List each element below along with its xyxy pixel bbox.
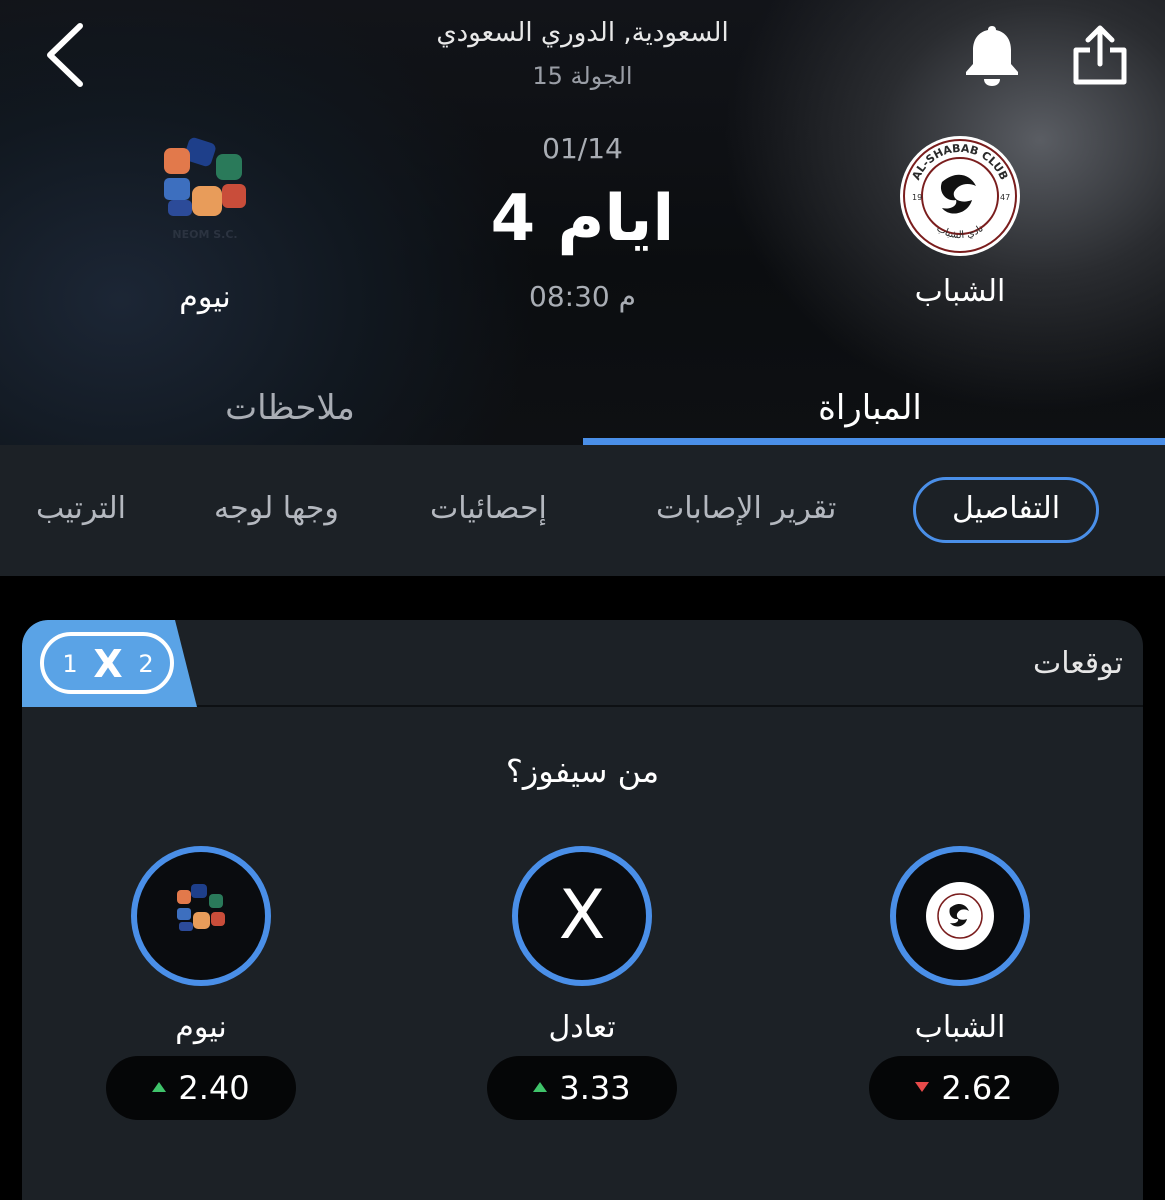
pick-away-win[interactable]: نيوم (106, 846, 296, 1056)
kickoff-time: 08:30 م (529, 280, 636, 313)
home-win-odds[interactable]: 2.62 (869, 1056, 1059, 1120)
subtab-details[interactable]: التفاصيل (913, 477, 1099, 543)
predictions-card-header: 1 X 2 توقعات (22, 620, 1143, 707)
sub-tabs-bar: التفاصيل تقرير الإصابات إحصائيات وجها لو… (0, 445, 1165, 576)
predictions-card: 1 X 2 توقعات من سيفوز؟ الشباب 2.62 X تعا… (22, 620, 1143, 1200)
bell-icon (966, 26, 1018, 86)
predictions-title: توقعات (1032, 646, 1123, 681)
match-date: 01/14 (542, 132, 623, 165)
home-team-logo[interactable]: AL-SHABAB CLUB نادي الشباب 19 47 (898, 134, 1022, 258)
share-button[interactable] (1068, 22, 1132, 88)
share-icon (1073, 25, 1127, 85)
svg-text:47: 47 (1000, 193, 1010, 202)
subtab-statistics[interactable]: إحصائيات (430, 491, 547, 526)
trend-down-icon (915, 1082, 930, 1092)
away-win-odds[interactable]: 2.40 (106, 1056, 296, 1120)
away-team-name[interactable]: نيوم (125, 280, 285, 315)
pick-draw-label: تعادل (548, 1010, 616, 1045)
away-team-logo[interactable]: NEOM S.C. (150, 134, 260, 244)
back-button[interactable] (38, 20, 98, 90)
draw-pick-circle[interactable]: X (512, 846, 652, 986)
subtab-standings[interactable]: الترتيب (36, 491, 126, 526)
trend-up-icon (533, 1082, 548, 1092)
who-will-win-question: من سيفوز؟ (505, 752, 660, 790)
pick-home-label: الشباب (914, 1010, 1006, 1045)
pick-away-label: نيوم (175, 1010, 227, 1045)
pick-home-win[interactable]: الشباب (865, 846, 1055, 1056)
draw-x-symbol: X (558, 876, 606, 955)
subtab-head-to-head[interactable]: وجها لوجه (214, 491, 339, 526)
match-header: السعودية, الدوري السعودي الجولة 15 AL-SH… (0, 0, 1165, 445)
trend-up-icon (152, 1082, 167, 1092)
draw-odds[interactable]: 3.33 (487, 1056, 677, 1120)
home-team-pick-circle[interactable] (890, 846, 1030, 986)
away-win-odds-value: 2.40 (178, 1069, 250, 1107)
chevron-left-icon (47, 23, 83, 87)
svg-text:X: X (93, 642, 122, 686)
away-team-small-logo (177, 884, 225, 931)
away-team-pick-circle[interactable] (131, 846, 271, 986)
match-countdown: 4 ايام (490, 182, 675, 256)
notifications-button[interactable] (960, 22, 1024, 88)
active-tab-indicator (583, 438, 1165, 445)
competition-title[interactable]: السعودية, الدوري السعودي (380, 18, 785, 48)
subtab-injury-report[interactable]: تقرير الإصابات (656, 491, 836, 526)
svg-text:NEOM S.C.: NEOM S.C. (172, 228, 237, 241)
svg-text:19: 19 (912, 193, 922, 202)
svg-text:2: 2 (138, 650, 153, 678)
pick-draw[interactable]: X تعادل (487, 846, 677, 1056)
tab-match[interactable]: المباراة (700, 388, 1040, 428)
home-team-small-logo (926, 882, 994, 950)
home-team-name[interactable]: الشباب (880, 274, 1040, 309)
tab-notes[interactable]: ملاحظات (120, 388, 460, 428)
draw-odds-value: 3.33 (559, 1069, 631, 1107)
1x2-badge: 1 X 2 (22, 620, 197, 707)
round-label: الجولة 15 (532, 62, 633, 90)
home-win-odds-value: 2.62 (941, 1069, 1013, 1107)
svg-text:1: 1 (62, 650, 77, 678)
